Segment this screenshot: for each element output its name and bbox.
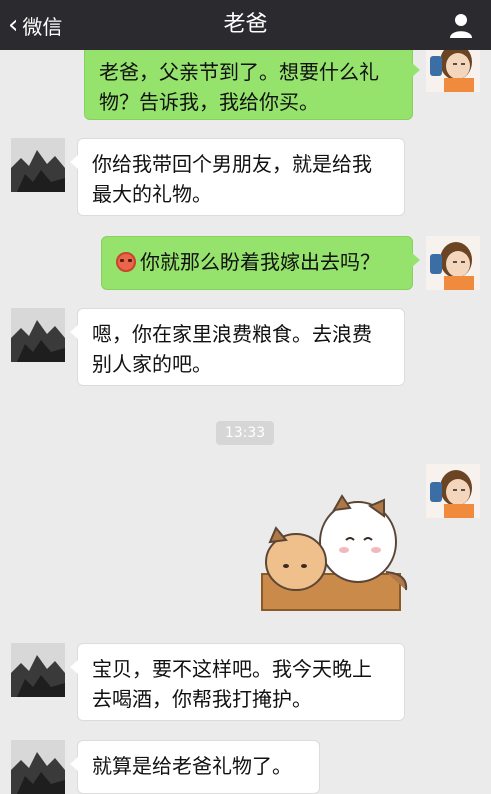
- message-text: 嗯，你在家里浪费粮食。去浪费别人家的吧。: [92, 322, 372, 376]
- dad-avatar[interactable]: [11, 308, 65, 362]
- girl-avatar-icon: [426, 236, 480, 290]
- message-text: 你就那么盼着我嫁出去吗？: [140, 250, 380, 274]
- dad-avatar[interactable]: [11, 740, 65, 794]
- dad-avatar[interactable]: [11, 643, 65, 697]
- dark-landscape-avatar-icon: [11, 740, 65, 794]
- hugging-cats-sticker-icon: [261, 494, 408, 611]
- dark-landscape-avatar-icon: [11, 138, 65, 192]
- hugging-cats-sticker[interactable]: [258, 494, 416, 614]
- message-text: 你给我带回个男朋友，就是给我最大的礼物。: [92, 152, 372, 206]
- dark-landscape-avatar-icon: [11, 643, 65, 697]
- message-bubble-received[interactable]: 就算是给老爸礼物了。: [70, 740, 320, 794]
- message-text: 就算是给老爸礼物了。: [92, 754, 292, 778]
- message-text: 老爸，父亲节到了。想要什么礼物？告诉我，我给你买。: [99, 60, 379, 114]
- message-text: 宝贝，要不这样吧。我今天晚上去喝酒，你帮我打掩护。: [92, 657, 372, 711]
- message-bubble-sent[interactable]: 你就那么盼着我嫁出去吗？: [101, 236, 420, 290]
- message-bubble-received[interactable]: 你给我带回个男朋友，就是给我最大的礼物。: [70, 138, 405, 216]
- timestamp: 13:33: [216, 421, 274, 445]
- angry-face-emoji-icon: [116, 252, 136, 272]
- message-bubble-received[interactable]: 嗯，你在家里浪费粮食。去浪费别人家的吧。: [70, 308, 405, 386]
- my-avatar[interactable]: [426, 464, 480, 518]
- message-bubble-sent[interactable]: 老爸，父亲节到了。想要什么礼物？告诉我，我给你买。: [84, 46, 420, 120]
- my-avatar[interactable]: [426, 236, 480, 290]
- message-bubble-received[interactable]: 宝贝，要不这样吧。我今天晚上去喝酒，你帮我打掩护。: [70, 643, 405, 721]
- girl-avatar-icon: [426, 464, 480, 518]
- dark-landscape-avatar-icon: [11, 308, 65, 362]
- top-bar: ‹ 微信 老爸: [0, 0, 491, 50]
- person-icon: [450, 14, 472, 38]
- chat-info-button[interactable]: [447, 11, 475, 39]
- dad-avatar[interactable]: [11, 138, 65, 192]
- chat-title: 老爸: [223, 12, 268, 37]
